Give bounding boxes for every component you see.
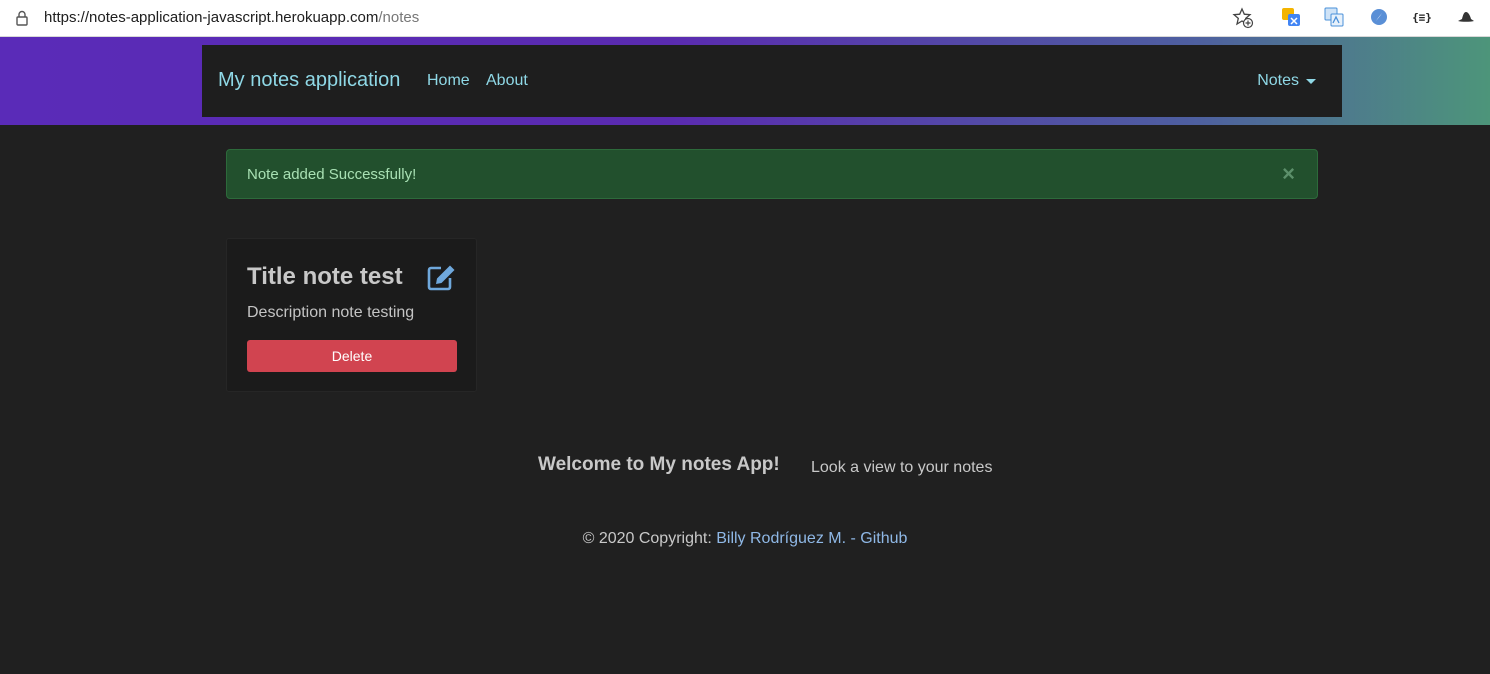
navbar: My notes application Home About Notes [202, 45, 1342, 117]
footer-github-link[interactable]: Billy Rodríguez M. - Github [716, 530, 907, 547]
url-host: https://notes-application-javascript.her… [44, 9, 379, 26]
welcome-title: Welcome to My notes App! [538, 454, 780, 475]
note-card: Title note test Description note testing… [226, 238, 477, 392]
caret-down-icon [1306, 78, 1316, 84]
nav-home-link[interactable]: Home [427, 72, 470, 90]
nav-notes-dropdown[interactable]: Notes [1257, 72, 1316, 90]
note-description: Description note testing [247, 304, 415, 321]
nav-about-link[interactable]: About [486, 72, 528, 90]
success-alert: Note added Successfully! × [226, 149, 1318, 199]
translate-icon[interactable] [1280, 6, 1302, 28]
navbar-brand[interactable]: My notes application [218, 69, 400, 92]
close-icon[interactable]: × [1282, 163, 1295, 185]
hat-icon[interactable] [1455, 6, 1477, 28]
browser-address-bar: https://notes-application-javascript.her… [0, 0, 1490, 37]
add-favorite-icon[interactable] [1232, 7, 1254, 29]
delete-button[interactable]: Delete [247, 340, 457, 372]
edit-icon[interactable] [427, 263, 457, 291]
lock-icon [16, 10, 28, 26]
note-title: Title note test [247, 263, 403, 290]
footer-copyright: © 2020 Copyright: [582, 530, 717, 547]
header-band: My notes application Home About Notes [0, 37, 1490, 125]
footer: © 2020 Copyright: Billy Rodríguez M. - G… [0, 530, 1490, 548]
nav-notes-label: Notes [1257, 72, 1299, 89]
safari-compass-icon[interactable] [1368, 6, 1390, 28]
url-field[interactable]: https://notes-application-javascript.her… [44, 9, 419, 26]
alert-message: Note added Successfully! [247, 166, 417, 183]
json-viewer-icon[interactable]: {≡} [1411, 6, 1433, 28]
image-translate-icon[interactable] [1323, 6, 1345, 28]
welcome-subtitle: Look a view to your notes [811, 459, 993, 476]
url-path: /notes [378, 9, 420, 26]
